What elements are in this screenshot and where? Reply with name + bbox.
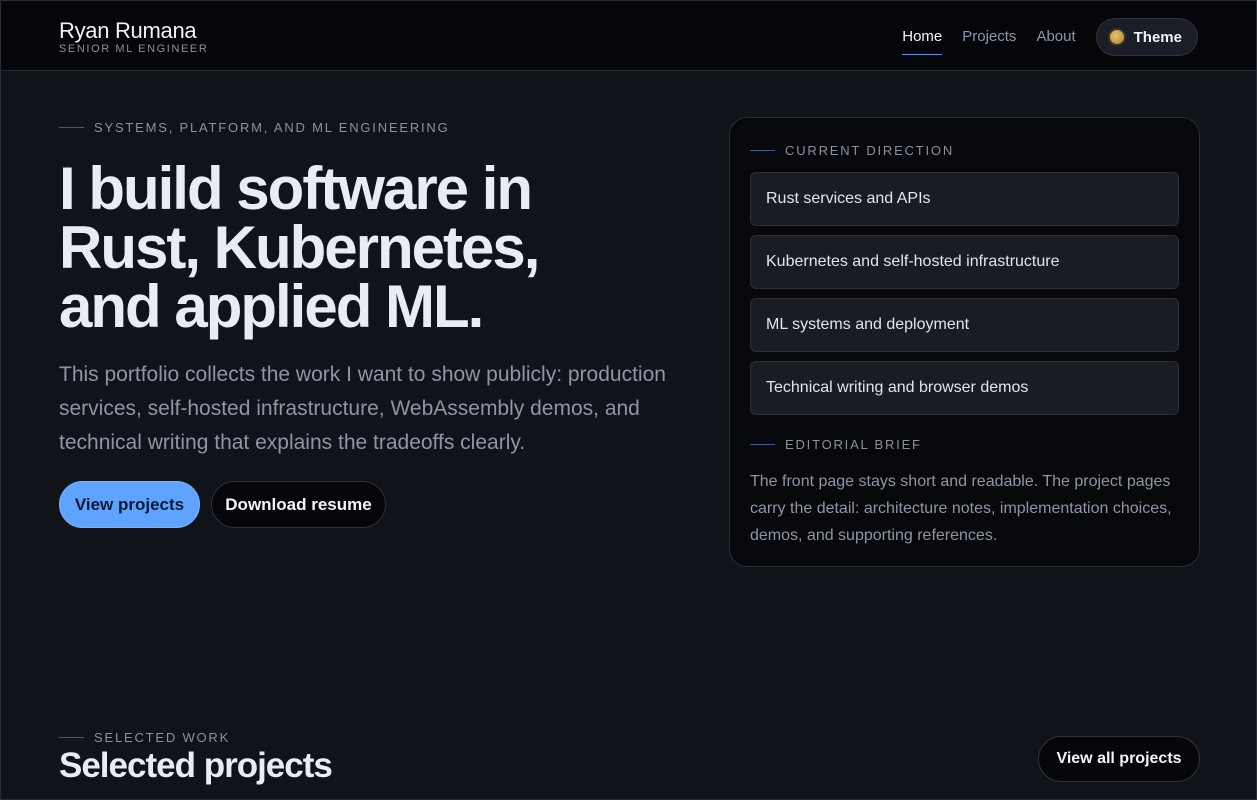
hero-title-line-1: I build software in bbox=[59, 155, 533, 222]
theme-dot-icon bbox=[1109, 30, 1124, 44]
direction-item: Kubernetes and self-hosted infrastructur… bbox=[750, 235, 1179, 289]
page: Ryan Rumana SENIOR ML ENGINEER Home Proj… bbox=[0, 0, 1257, 800]
view-projects-button[interactable]: View projects bbox=[59, 481, 200, 528]
brief-text: The front page stays short and readable.… bbox=[750, 473, 1172, 544]
direction-item: ML systems and deployment bbox=[750, 298, 1179, 352]
hero-eyebrow-text: SYSTEMS, PLATFORM, AND ML ENGINEERING bbox=[94, 120, 450, 135]
eyebrow-rule bbox=[750, 150, 775, 151]
hero-eyebrow: SYSTEMS, PLATFORM, AND ML ENGINEERING bbox=[59, 120, 450, 135]
view-all-projects-button[interactable]: View all projects bbox=[1038, 736, 1200, 782]
brief-eyebrow: EDITORIAL BRIEF bbox=[750, 437, 922, 452]
work-eyebrow-text: SELECTED WORK bbox=[94, 730, 231, 745]
brand-name: Ryan Rumana bbox=[59, 18, 197, 43]
eyebrow-rule bbox=[59, 127, 84, 128]
hero-title-line-3: and applied ML. bbox=[59, 273, 484, 340]
eyebrow-rule bbox=[59, 737, 84, 738]
hero-title: I build software in Rust, Kubernetes, an… bbox=[59, 155, 699, 340]
direction-item: Technical writing and browser demos bbox=[750, 361, 1179, 415]
hero-title-line-2: Rust, Kubernetes, bbox=[59, 214, 540, 281]
brand-role: SENIOR ML ENGINEER bbox=[59, 43, 209, 55]
direction-label: CURRENT DIRECTION bbox=[785, 143, 955, 158]
direction-panel: CURRENT DIRECTION Rust services and APIs… bbox=[729, 117, 1200, 567]
work-eyebrow: SELECTED WORK bbox=[59, 730, 230, 745]
nav-about[interactable]: About bbox=[1036, 18, 1075, 56]
theme-toggle-button[interactable]: Theme bbox=[1095, 18, 1198, 56]
download-resume-button[interactable]: Download resume bbox=[211, 481, 386, 528]
site-header: Ryan Rumana SENIOR ML ENGINEER Home Proj… bbox=[1, 1, 1256, 71]
theme-label: Theme bbox=[1133, 28, 1182, 46]
direction-eyebrow: CURRENT DIRECTION bbox=[750, 143, 954, 158]
hero-description: This portfolio collects the work I want … bbox=[59, 363, 666, 454]
nav-projects[interactable]: Projects bbox=[962, 18, 1016, 56]
selected-projects-heading: Selected projects bbox=[59, 746, 333, 785]
main-nav: Home Projects About Theme bbox=[902, 18, 1198, 56]
brief-label: EDITORIAL BRIEF bbox=[785, 437, 922, 452]
direction-item: Rust services and APIs bbox=[750, 172, 1179, 226]
nav-home[interactable]: Home bbox=[902, 18, 943, 56]
eyebrow-rule bbox=[750, 444, 775, 445]
brand[interactable]: Ryan Rumana SENIOR ML ENGINEER bbox=[59, 18, 209, 56]
